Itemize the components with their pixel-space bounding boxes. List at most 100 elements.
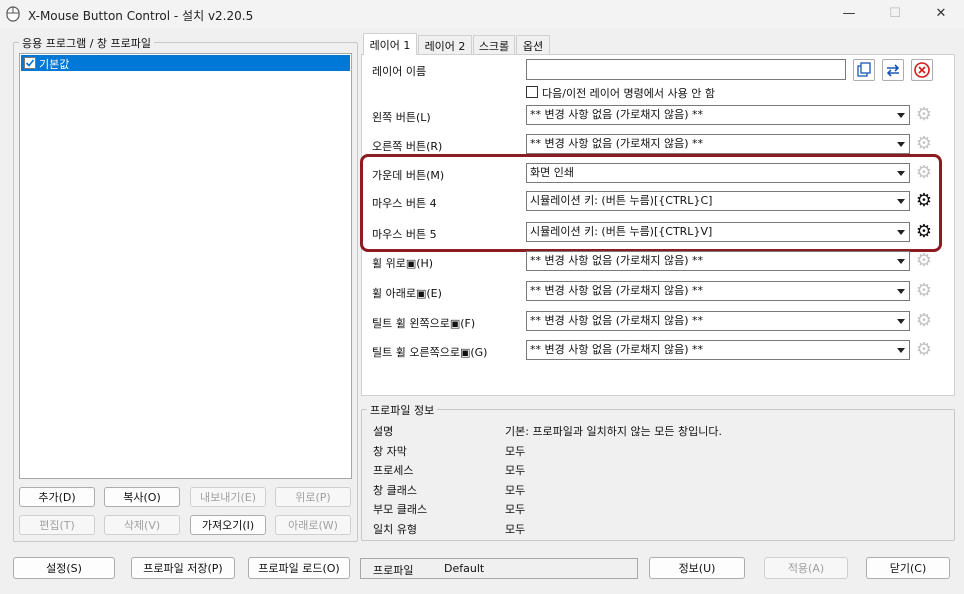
import-button[interactable]: 가져오기(I)	[190, 515, 266, 535]
dropdown-value: ** 변경 사항 없음 (가로채지 않음) **	[530, 108, 704, 121]
tab-layer-1[interactable]: 레이어 1	[363, 33, 417, 55]
layer-name-label: 레이어 이름	[372, 65, 427, 78]
row-label-left-button: 왼쪽 버튼(L)	[372, 111, 431, 124]
row-label-mouse-button-5: 마우스 버튼 5	[372, 228, 437, 241]
chevron-down-icon	[897, 319, 905, 324]
dropdown-value: ** 변경 사항 없음 (가로채지 않음) **	[530, 137, 704, 150]
info-key-window-class: 창 클래스	[373, 484, 417, 497]
right-button-dropdown[interactable]: ** 변경 사항 없음 (가로채지 않음) **	[526, 134, 910, 154]
dropdown-value: ** 변경 사항 없음 (가로채지 않음) **	[530, 314, 704, 327]
info-button[interactable]: 정보(U)	[649, 557, 745, 579]
close-icon: ✕	[935, 6, 947, 21]
dropdown-value: 시뮬레이션 키: (버튼 누름)[{CTRL}C]	[530, 194, 713, 207]
disable-layer-switch-checkbox[interactable]	[526, 86, 538, 98]
profile-info-label: 프로파일 정보	[367, 402, 438, 418]
profile-status-value: Default	[444, 562, 485, 575]
close-button[interactable]: 닫기(C)	[866, 557, 950, 579]
gear-icon[interactable]: ⚙	[914, 191, 934, 211]
info-value-description: 기본: 프로파일과 일치하지 않는 모든 창입니다.	[505, 425, 722, 438]
info-key-parent-class: 부모 클래스	[373, 503, 428, 516]
row-label-middle-button: 가운데 버튼(M)	[372, 169, 445, 182]
gear-icon: ⚙	[915, 162, 933, 183]
maximize-button: ☐	[872, 0, 918, 28]
swap-layer-button[interactable]	[882, 59, 904, 81]
gear-icon: ⚙	[915, 339, 933, 360]
gear-icon: ⚙	[915, 104, 933, 125]
gear-icon[interactable]: ⚙	[914, 222, 934, 242]
tilt-left-dropdown[interactable]: ** 변경 사항 없음 (가로채지 않음) **	[526, 311, 910, 331]
move-down-button[interactable]: 아래로(W)	[275, 515, 351, 535]
layer-name-input[interactable]	[526, 59, 846, 80]
mouse-button-4-dropdown[interactable]: 시뮬레이션 키: (버튼 누름)[{CTRL}C]	[526, 191, 910, 211]
row-label-tilt-left: 틸트 휠 왼쪽으로▣(F)	[372, 317, 476, 330]
copy-button[interactable]: 복사(O)	[104, 487, 180, 507]
row-label-wheel-up: 휠 위로▣(H)	[372, 257, 434, 270]
info-key-process: 프로세스	[373, 464, 414, 477]
mouse-app-icon	[6, 6, 20, 22]
chevron-down-icon	[897, 171, 905, 176]
tilt-right-dropdown[interactable]: ** 변경 사항 없음 (가로채지 않음) **	[526, 340, 910, 360]
wheel-up-dropdown[interactable]: ** 변경 사항 없음 (가로채지 않음) **	[526, 251, 910, 271]
chevron-down-icon	[897, 348, 905, 353]
dropdown-value: ** 변경 사항 없음 (가로채지 않음) **	[530, 343, 704, 356]
reset-layer-button[interactable]	[911, 59, 933, 81]
list-item-checkbox[interactable]	[24, 57, 36, 69]
window-title: X-Mouse Button Control - 설치 v2.20.5	[28, 9, 254, 23]
row-label-wheel-down: 휠 아래로▣(E)	[372, 287, 442, 300]
row-label-mouse-button-4: 마우스 버튼 4	[372, 197, 437, 210]
gear-icon: ⚙	[915, 310, 933, 331]
export-button[interactable]: 내보내기(E)	[190, 487, 266, 507]
dropdown-value: 시뮬레이션 키: (버튼 누름)[{CTRL}V]	[530, 225, 713, 238]
minimize-icon: —	[842, 6, 856, 21]
chevron-down-icon	[897, 199, 905, 204]
chevron-down-icon	[897, 230, 905, 235]
info-value-window-caption: 모두	[505, 445, 526, 458]
dropdown-value: 화면 인쇄	[530, 166, 574, 179]
profile-list[interactable]: 기본값	[19, 53, 352, 479]
copy-layer-button[interactable]	[853, 59, 875, 81]
info-value-match-type: 모두	[505, 523, 526, 536]
save-profile-button[interactable]: 프로파일 저장(P)	[131, 557, 235, 579]
settings-button[interactable]: 설정(S)	[13, 557, 115, 579]
dropdown-value: ** 변경 사항 없음 (가로채지 않음) **	[530, 254, 704, 267]
chevron-down-icon	[897, 259, 905, 264]
info-value-parent-class: 모두	[505, 503, 526, 516]
list-item-label: 기본값	[39, 58, 70, 71]
gear-icon: ⚙	[915, 250, 933, 271]
apply-button[interactable]: 적용(A)	[764, 557, 848, 579]
list-item-default[interactable]: 기본값	[21, 55, 350, 71]
edit-button[interactable]: 편집(T)	[19, 515, 95, 535]
swap-arrows-icon	[886, 64, 900, 77]
row-label-right-button: 오른쪽 버튼(R)	[372, 140, 443, 153]
dropdown-value: ** 변경 사항 없음 (가로채지 않음) **	[530, 284, 704, 297]
load-profile-button[interactable]: 프로파일 로드(O)	[248, 557, 350, 579]
mouse-button-5-dropdown[interactable]: 시뮬레이션 키: (버튼 누름)[{CTRL}V]	[526, 222, 910, 242]
disable-layer-switch-label: 다음/이전 레이어 명령에서 사용 안 함	[542, 87, 715, 100]
info-key-match-type: 일치 유형	[373, 523, 417, 536]
maximize-icon: ☐	[889, 6, 901, 21]
add-button[interactable]: 추가(D)	[19, 487, 95, 507]
profile-status-label: 프로파일	[373, 564, 414, 577]
cancel-icon	[914, 62, 930, 78]
move-up-button[interactable]: 위로(P)	[275, 487, 351, 507]
close-window-button[interactable]: ✕	[918, 0, 964, 28]
info-key-description: 설명	[373, 425, 394, 438]
row-label-tilt-right: 틸트 휠 오른쪽으로▣(G)	[372, 346, 488, 359]
tab-layer-2[interactable]: 레이어 2	[418, 35, 472, 55]
delete-button[interactable]: 삭제(V)	[104, 515, 180, 535]
minimize-button[interactable]: —	[826, 0, 872, 28]
gear-icon: ⚙	[915, 280, 933, 301]
tab-scroll[interactable]: 스크롤	[473, 35, 515, 55]
tab-options[interactable]: 옵션	[516, 35, 550, 55]
left-button-dropdown[interactable]: ** 변경 사항 없음 (가로채지 않음) **	[526, 105, 910, 125]
middle-button-dropdown[interactable]: 화면 인쇄	[526, 163, 910, 183]
gear-icon: ⚙	[915, 133, 933, 154]
info-key-window-caption: 창 자막	[373, 445, 407, 458]
wheel-down-dropdown[interactable]: ** 변경 사항 없음 (가로채지 않음) **	[526, 281, 910, 301]
copy-icon	[857, 62, 871, 77]
info-value-process: 모두	[505, 464, 526, 477]
check-icon	[25, 59, 35, 67]
profiles-group-label: 응용 프로그램 / 창 프로파일	[19, 35, 155, 51]
chevron-down-icon	[897, 142, 905, 147]
chevron-down-icon	[897, 113, 905, 118]
